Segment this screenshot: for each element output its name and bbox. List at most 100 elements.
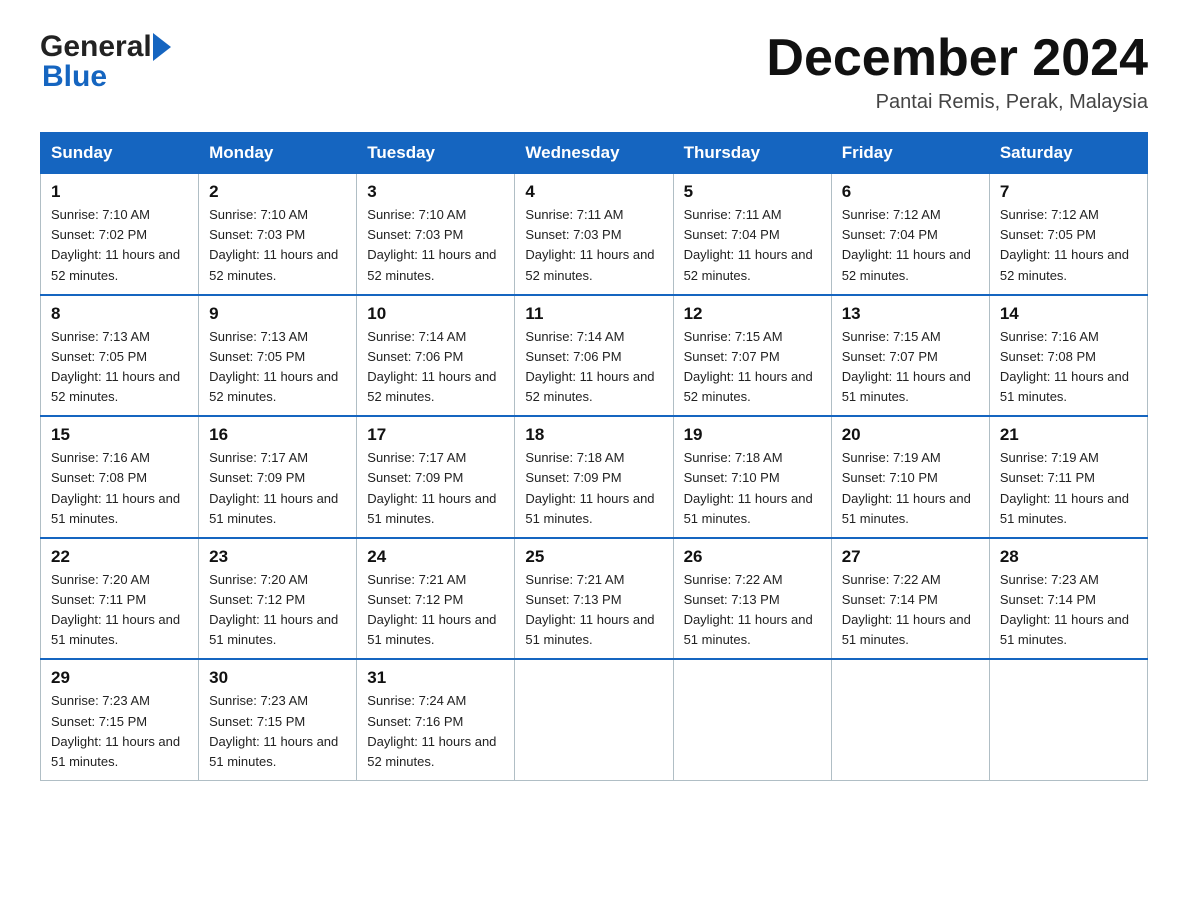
calendar-cell: 6 Sunrise: 7:12 AMSunset: 7:04 PMDayligh… [831,174,989,295]
day-info: Sunrise: 7:12 AMSunset: 7:04 PMDaylight:… [842,207,971,282]
calendar-cell: 27 Sunrise: 7:22 AMSunset: 7:14 PMDaylig… [831,538,989,660]
calendar-cell: 4 Sunrise: 7:11 AMSunset: 7:03 PMDayligh… [515,174,673,295]
day-number: 23 [209,547,346,567]
day-number: 27 [842,547,979,567]
day-info: Sunrise: 7:21 AMSunset: 7:12 PMDaylight:… [367,572,496,647]
page-header: General Blue December 2024 Pantai Remis,… [40,30,1148,114]
calendar-cell: 12 Sunrise: 7:15 AMSunset: 7:07 PMDaylig… [673,295,831,417]
calendar-week-row: 1 Sunrise: 7:10 AMSunset: 7:02 PMDayligh… [41,174,1148,295]
calendar-table: SundayMondayTuesdayWednesdayThursdayFrid… [40,132,1148,781]
day-info: Sunrise: 7:23 AMSunset: 7:14 PMDaylight:… [1000,572,1129,647]
day-info: Sunrise: 7:22 AMSunset: 7:13 PMDaylight:… [684,572,813,647]
calendar-cell: 20 Sunrise: 7:19 AMSunset: 7:10 PMDaylig… [831,416,989,538]
day-number: 20 [842,425,979,445]
calendar-cell: 31 Sunrise: 7:24 AMSunset: 7:16 PMDaylig… [357,659,515,780]
day-number: 22 [51,547,188,567]
day-info: Sunrise: 7:14 AMSunset: 7:06 PMDaylight:… [367,329,496,404]
day-info: Sunrise: 7:19 AMSunset: 7:11 PMDaylight:… [1000,450,1129,525]
calendar-cell: 15 Sunrise: 7:16 AMSunset: 7:08 PMDaylig… [41,416,199,538]
calendar-cell [673,659,831,780]
day-info: Sunrise: 7:13 AMSunset: 7:05 PMDaylight:… [51,329,180,404]
day-number: 28 [1000,547,1137,567]
calendar-week-row: 8 Sunrise: 7:13 AMSunset: 7:05 PMDayligh… [41,295,1148,417]
day-info: Sunrise: 7:15 AMSunset: 7:07 PMDaylight:… [842,329,971,404]
calendar-cell: 5 Sunrise: 7:11 AMSunset: 7:04 PMDayligh… [673,174,831,295]
calendar-cell: 7 Sunrise: 7:12 AMSunset: 7:05 PMDayligh… [989,174,1147,295]
day-number: 17 [367,425,504,445]
logo-arrow-icon [153,33,171,61]
day-info: Sunrise: 7:10 AMSunset: 7:03 PMDaylight:… [367,207,496,282]
calendar-cell: 1 Sunrise: 7:10 AMSunset: 7:02 PMDayligh… [41,174,199,295]
calendar-header-row: SundayMondayTuesdayWednesdayThursdayFrid… [41,133,1148,174]
column-header-sunday: Sunday [41,133,199,174]
title-block: December 2024 Pantai Remis, Perak, Malay… [766,30,1148,114]
day-number: 13 [842,304,979,324]
day-number: 31 [367,668,504,688]
day-info: Sunrise: 7:20 AMSunset: 7:11 PMDaylight:… [51,572,180,647]
day-number: 29 [51,668,188,688]
day-number: 19 [684,425,821,445]
day-number: 11 [525,304,662,324]
calendar-cell: 16 Sunrise: 7:17 AMSunset: 7:09 PMDaylig… [199,416,357,538]
day-number: 16 [209,425,346,445]
column-header-monday: Monday [199,133,357,174]
location-subtitle: Pantai Remis, Perak, Malaysia [766,91,1148,114]
day-info: Sunrise: 7:13 AMSunset: 7:05 PMDaylight:… [209,329,338,404]
day-info: Sunrise: 7:10 AMSunset: 7:03 PMDaylight:… [209,207,338,282]
day-number: 24 [367,547,504,567]
day-number: 3 [367,182,504,202]
day-number: 7 [1000,182,1137,202]
day-info: Sunrise: 7:12 AMSunset: 7:05 PMDaylight:… [1000,207,1129,282]
day-number: 6 [842,182,979,202]
calendar-cell: 18 Sunrise: 7:18 AMSunset: 7:09 PMDaylig… [515,416,673,538]
day-info: Sunrise: 7:19 AMSunset: 7:10 PMDaylight:… [842,450,971,525]
calendar-cell: 9 Sunrise: 7:13 AMSunset: 7:05 PMDayligh… [199,295,357,417]
day-info: Sunrise: 7:18 AMSunset: 7:10 PMDaylight:… [684,450,813,525]
calendar-cell: 30 Sunrise: 7:23 AMSunset: 7:15 PMDaylig… [199,659,357,780]
calendar-cell: 24 Sunrise: 7:21 AMSunset: 7:12 PMDaylig… [357,538,515,660]
day-info: Sunrise: 7:23 AMSunset: 7:15 PMDaylight:… [51,693,180,768]
day-info: Sunrise: 7:22 AMSunset: 7:14 PMDaylight:… [842,572,971,647]
calendar-week-row: 29 Sunrise: 7:23 AMSunset: 7:15 PMDaylig… [41,659,1148,780]
day-info: Sunrise: 7:15 AMSunset: 7:07 PMDaylight:… [684,329,813,404]
day-number: 9 [209,304,346,324]
calendar-cell: 13 Sunrise: 7:15 AMSunset: 7:07 PMDaylig… [831,295,989,417]
calendar-week-row: 22 Sunrise: 7:20 AMSunset: 7:11 PMDaylig… [41,538,1148,660]
day-info: Sunrise: 7:10 AMSunset: 7:02 PMDaylight:… [51,207,180,282]
calendar-week-row: 15 Sunrise: 7:16 AMSunset: 7:08 PMDaylig… [41,416,1148,538]
calendar-cell [831,659,989,780]
logo-blue-text: Blue [40,60,171,94]
column-header-wednesday: Wednesday [515,133,673,174]
day-number: 21 [1000,425,1137,445]
calendar-cell: 17 Sunrise: 7:17 AMSunset: 7:09 PMDaylig… [357,416,515,538]
day-number: 25 [525,547,662,567]
day-info: Sunrise: 7:18 AMSunset: 7:09 PMDaylight:… [525,450,654,525]
calendar-cell: 2 Sunrise: 7:10 AMSunset: 7:03 PMDayligh… [199,174,357,295]
calendar-cell: 8 Sunrise: 7:13 AMSunset: 7:05 PMDayligh… [41,295,199,417]
calendar-cell: 23 Sunrise: 7:20 AMSunset: 7:12 PMDaylig… [199,538,357,660]
column-header-tuesday: Tuesday [357,133,515,174]
calendar-cell: 19 Sunrise: 7:18 AMSunset: 7:10 PMDaylig… [673,416,831,538]
day-info: Sunrise: 7:21 AMSunset: 7:13 PMDaylight:… [525,572,654,647]
calendar-cell: 11 Sunrise: 7:14 AMSunset: 7:06 PMDaylig… [515,295,673,417]
day-number: 12 [684,304,821,324]
day-info: Sunrise: 7:11 AMSunset: 7:04 PMDaylight:… [684,207,813,282]
day-number: 15 [51,425,188,445]
calendar-cell: 21 Sunrise: 7:19 AMSunset: 7:11 PMDaylig… [989,416,1147,538]
day-info: Sunrise: 7:16 AMSunset: 7:08 PMDaylight:… [51,450,180,525]
day-number: 1 [51,182,188,202]
day-number: 18 [525,425,662,445]
logo-general-text: General [40,30,152,64]
calendar-cell: 25 Sunrise: 7:21 AMSunset: 7:13 PMDaylig… [515,538,673,660]
column-header-thursday: Thursday [673,133,831,174]
day-number: 26 [684,547,821,567]
calendar-cell: 26 Sunrise: 7:22 AMSunset: 7:13 PMDaylig… [673,538,831,660]
day-info: Sunrise: 7:17 AMSunset: 7:09 PMDaylight:… [209,450,338,525]
calendar-cell: 28 Sunrise: 7:23 AMSunset: 7:14 PMDaylig… [989,538,1147,660]
column-header-friday: Friday [831,133,989,174]
day-info: Sunrise: 7:20 AMSunset: 7:12 PMDaylight:… [209,572,338,647]
day-number: 4 [525,182,662,202]
day-info: Sunrise: 7:17 AMSunset: 7:09 PMDaylight:… [367,450,496,525]
calendar-cell: 29 Sunrise: 7:23 AMSunset: 7:15 PMDaylig… [41,659,199,780]
day-number: 30 [209,668,346,688]
